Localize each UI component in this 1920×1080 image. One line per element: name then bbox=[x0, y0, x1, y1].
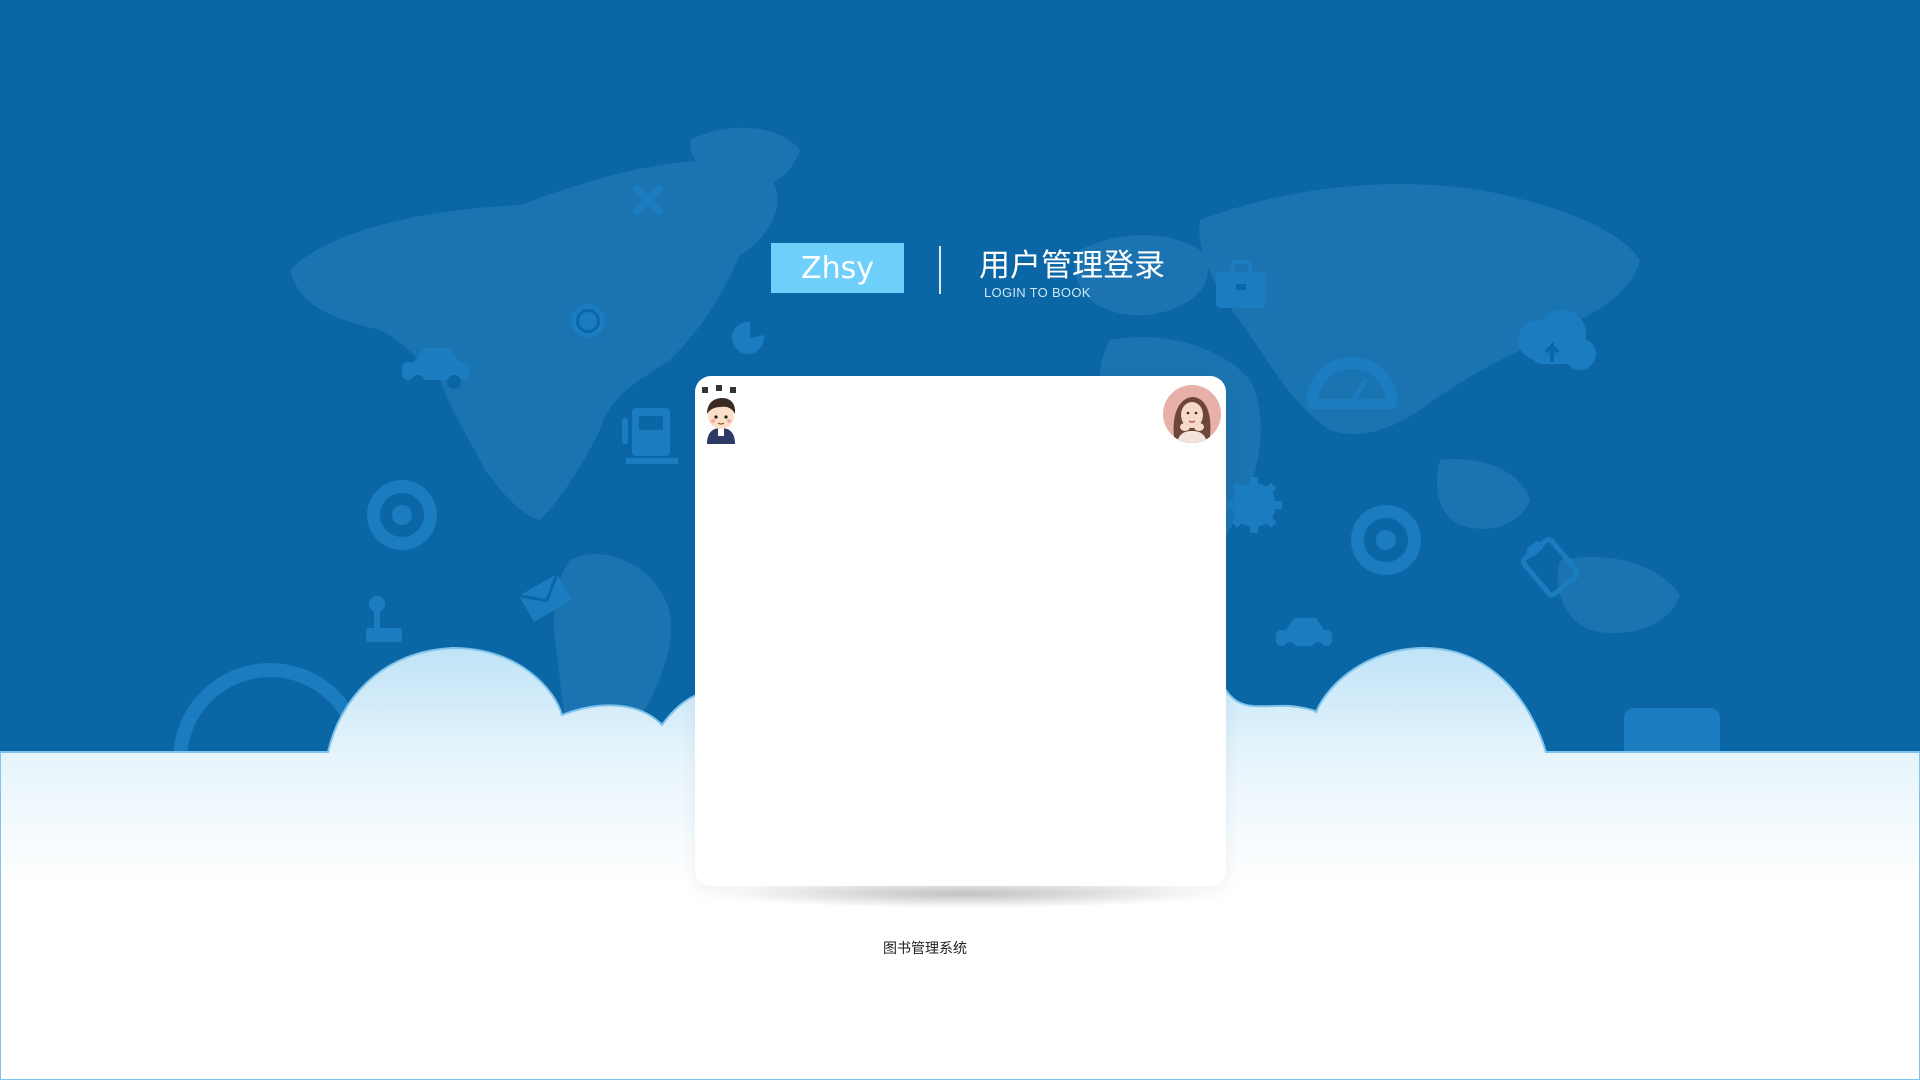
login-header: Zhsy 用户管理登录 LOGIN TO BOOK bbox=[771, 243, 1171, 303]
footer-system-name: 图书管理系统 bbox=[883, 941, 967, 957]
cartoon-boy-avatar-icon bbox=[702, 385, 736, 444]
page-subtitle: LOGIN TO BOOK bbox=[984, 285, 1091, 300]
girl-photo-avatar-icon bbox=[1163, 385, 1221, 443]
brand-logo: Zhsy bbox=[771, 243, 904, 293]
page-title: 用户管理登录 bbox=[979, 248, 1165, 284]
header-divider bbox=[939, 246, 941, 294]
brand-label: Zhsy bbox=[801, 250, 874, 286]
login-card bbox=[695, 376, 1226, 886]
